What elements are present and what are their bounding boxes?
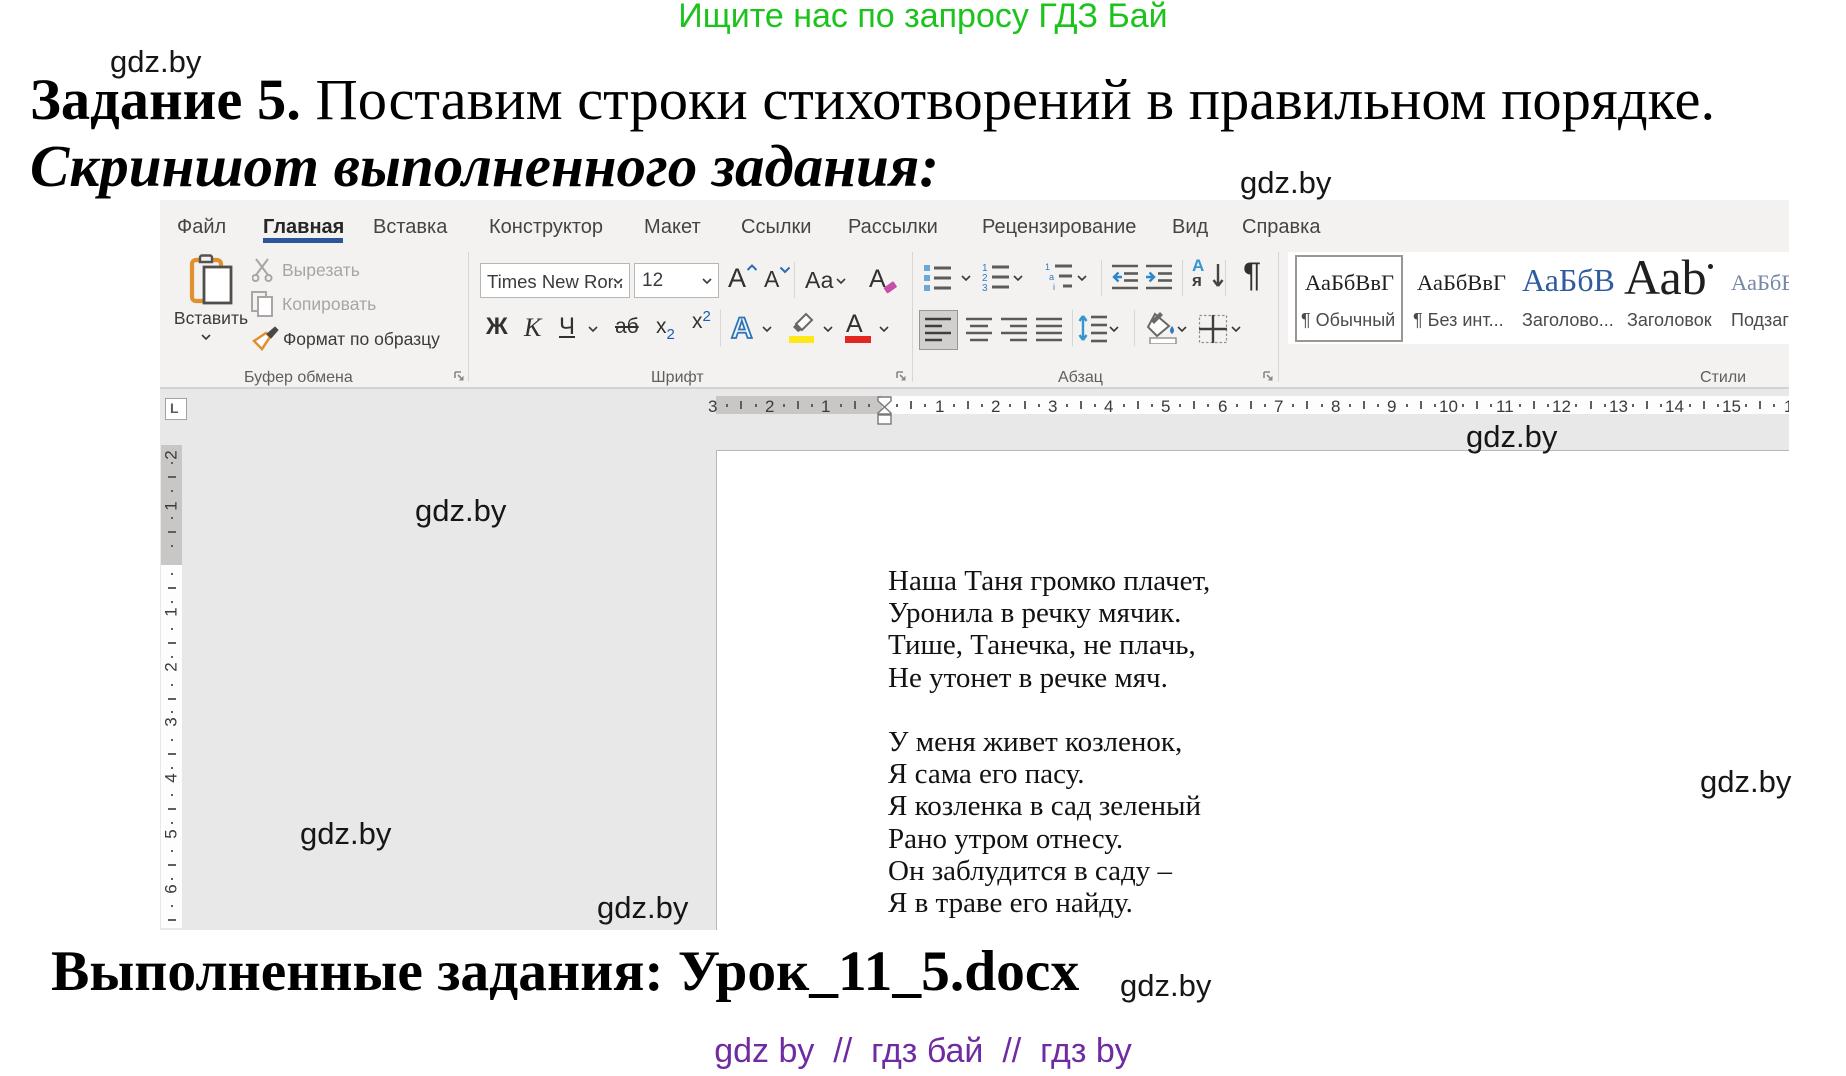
svg-text:a: a [1049,272,1054,282]
svg-text:А: А [731,312,753,344]
svg-text:i: i [1053,282,1055,292]
svg-text:3: 3 [982,283,988,292]
svg-text:1: 1 [1045,262,1050,272]
